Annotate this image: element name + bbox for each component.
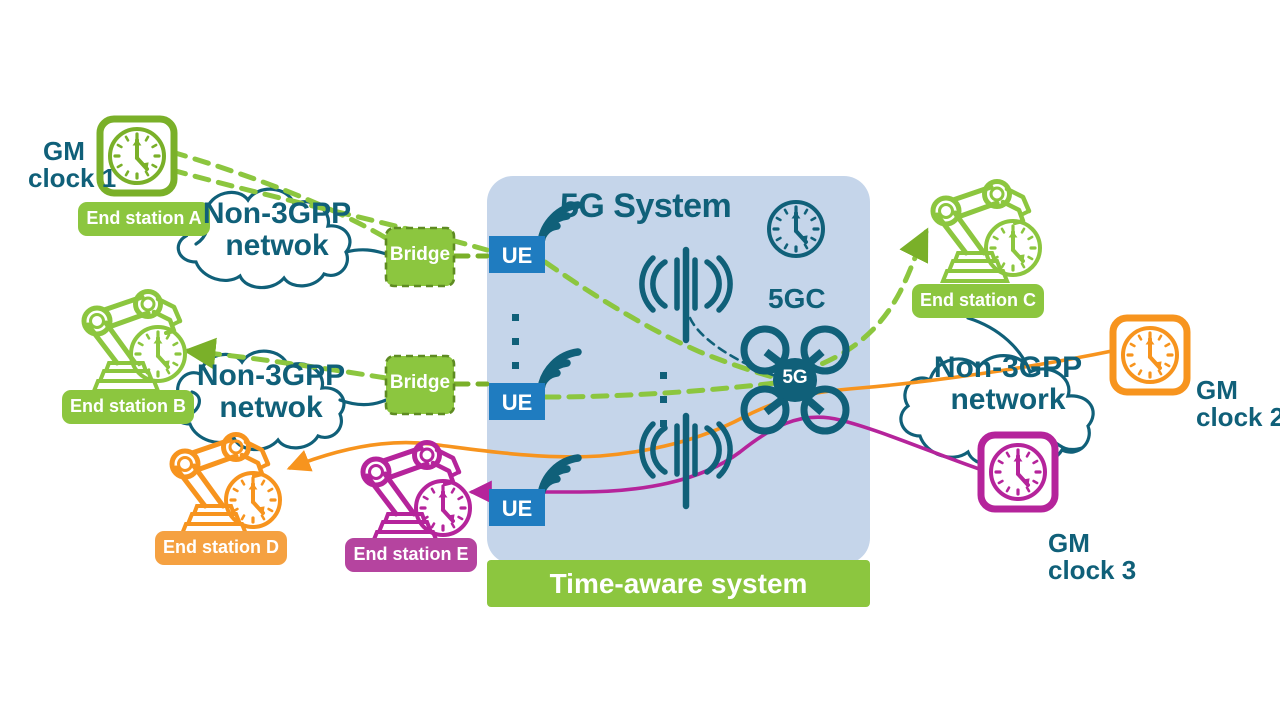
page-title: 5G System: [560, 187, 732, 225]
cloud-top-left-label: Non-3GPP netwok: [202, 197, 352, 262]
ue-label-1: UE: [501, 243, 533, 268]
diagram-canvas: GM clock 1 GM clock 2 GM clock 3 Non-3GP…: [0, 0, 1280, 721]
gm-clock-3-label: GM clock 3: [1048, 528, 1137, 586]
end-station-c-robot: [933, 182, 1042, 282]
5gc-label: 5GC: [768, 283, 826, 314]
end-station-b-robot: [84, 292, 187, 392]
5gc-core-node-label: 5G: [782, 367, 808, 388]
tether-bridge1-cloud: [344, 248, 388, 256]
end-station-a-label: End station A: [86, 208, 202, 228]
tether-bridge2-cloud: [338, 398, 388, 407]
end-station-c-label: End station C: [920, 290, 1036, 310]
time-aware-system-label: Time-aware system: [549, 568, 808, 599]
bridge-2-label[interactable]: Bridge: [386, 373, 454, 393]
gm-clock-2-label: GM clock 2: [1196, 375, 1280, 433]
end-station-e-robot: [363, 443, 472, 543]
cloud-mid-left-label: Non-3GPP netwok: [196, 359, 346, 424]
ue-label-3: UE: [501, 496, 533, 521]
end-station-d-robot: [172, 435, 282, 535]
end-station-d-label: End station D: [163, 537, 279, 557]
cloud-right-label: Non-3GPP network: [933, 351, 1083, 416]
gm-clock-1-label: GM clock 1: [28, 136, 116, 194]
panel-clock-icon: [767, 200, 825, 258]
end-station-b-label: End station B: [70, 396, 186, 416]
end-station-e-label: End station E: [353, 544, 469, 564]
bridge-1-label[interactable]: Bridge: [386, 245, 454, 265]
ue-label-2: UE: [501, 390, 533, 415]
gm-clock-3-icon: [977, 431, 1059, 513]
gm-clock-2-icon: [1109, 314, 1191, 396]
